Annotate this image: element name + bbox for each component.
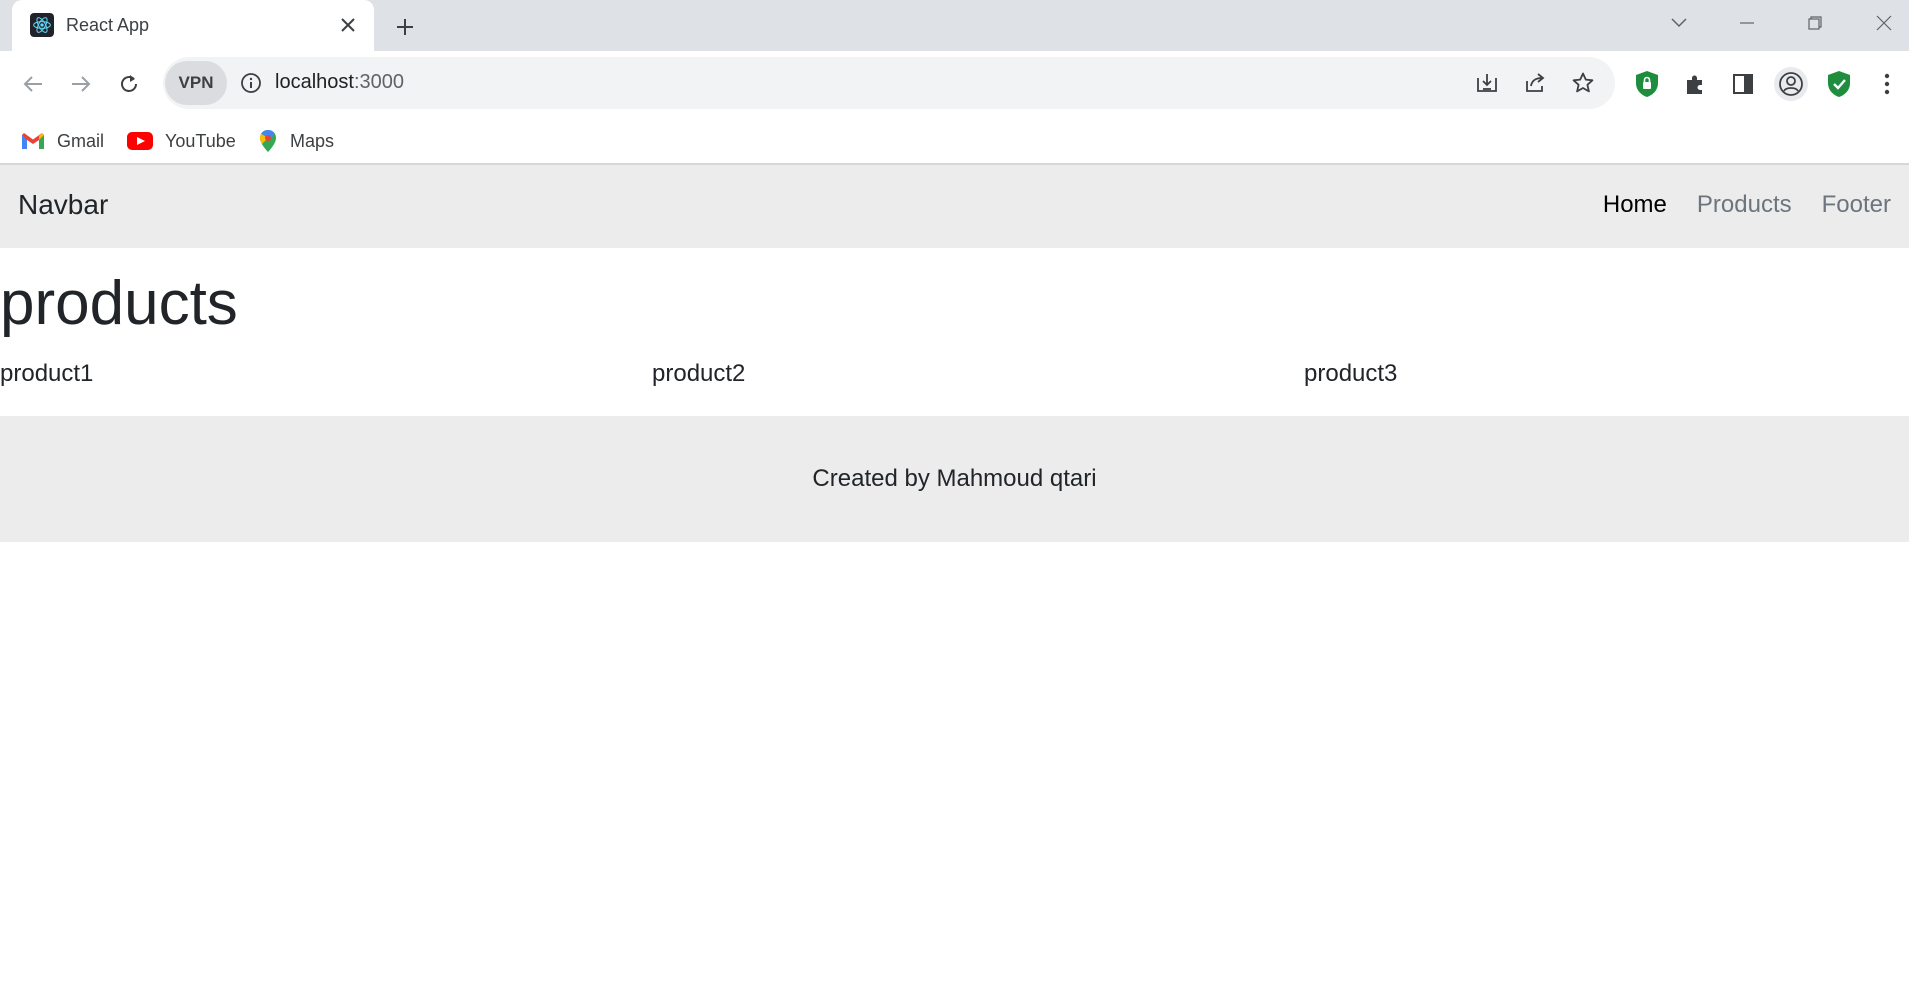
install-app-icon[interactable] <box>1473 69 1501 97</box>
product-item: product3 <box>1304 360 1398 387</box>
vpn-button[interactable]: VPN <box>165 61 227 105</box>
youtube-icon <box>127 132 153 150</box>
bookmark-youtube[interactable]: YouTube <box>127 129 236 153</box>
restore-icon[interactable] <box>1792 8 1838 38</box>
vpn-shield-extension-icon[interactable] <box>1630 67 1664 101</box>
close-tab-icon[interactable] <box>335 12 361 38</box>
bookmark-star-icon[interactable] <box>1569 69 1597 97</box>
url-host: localhost <box>275 71 354 93</box>
share-icon[interactable] <box>1521 69 1549 97</box>
maps-icon <box>260 130 276 152</box>
url-text[interactable]: localhost:3000 <box>275 71 404 94</box>
tab-search-icon[interactable] <box>1656 8 1702 38</box>
nav-link-home[interactable]: Home <box>1603 191 1667 219</box>
nav-link-footer[interactable]: Footer <box>1822 191 1891 219</box>
chrome-menu-icon[interactable] <box>1870 67 1904 101</box>
bookmark-gmail[interactable]: Gmail <box>21 129 104 153</box>
browser-tabstrip: React App <box>0 0 1909 51</box>
browser-tab[interactable]: React App <box>12 0 374 51</box>
react-logo-icon <box>30 13 54 37</box>
browser-toolbar: VPN localhost:3000 Gmail YouTube Maps <box>0 51 1909 165</box>
reload-icon[interactable] <box>112 67 146 101</box>
bookmarks-bar: Gmail YouTube Maps <box>0 117 1909 165</box>
product-list: product1 product2 product3 <box>0 360 1909 390</box>
bookmark-label: YouTube <box>165 130 236 151</box>
page-title: products <box>0 269 238 338</box>
minimize-icon[interactable] <box>1724 8 1770 38</box>
footer-credit: Created by Mahmoud qtari <box>812 465 1097 492</box>
bookmark-maps[interactable]: Maps <box>258 129 334 153</box>
gmail-icon <box>22 133 44 149</box>
site-info-icon[interactable] <box>240 72 262 94</box>
vpn-label: VPN <box>178 73 214 92</box>
forward-icon[interactable] <box>64 67 98 101</box>
product-item: product1 <box>0 360 94 387</box>
product-item: product2 <box>652 360 746 387</box>
navbar-brand[interactable]: Navbar <box>18 189 108 221</box>
address-bar[interactable]: VPN localhost:3000 <box>163 57 1615 109</box>
side-panel-icon[interactable] <box>1726 67 1760 101</box>
tab-title: React App <box>66 15 150 35</box>
navbar-links: Home Products Footer <box>1573 191 1891 219</box>
new-tab-icon[interactable] <box>390 12 420 42</box>
url-port: :3000 <box>353 71 404 93</box>
security-shield-extension-icon[interactable] <box>1822 67 1856 101</box>
nav-link-products[interactable]: Products <box>1697 191 1792 219</box>
bookmark-label: Gmail <box>57 130 105 151</box>
site-navbar: Navbar Home Products Footer <box>0 165 1909 248</box>
close-window-icon[interactable] <box>1861 8 1907 38</box>
site-footer: Created by Mahmoud qtari <box>0 416 1909 542</box>
bookmark-label: Maps <box>290 130 335 151</box>
back-icon[interactable] <box>16 67 50 101</box>
extensions-puzzle-icon[interactable] <box>1678 67 1712 101</box>
profile-avatar-icon[interactable] <box>1774 67 1808 101</box>
